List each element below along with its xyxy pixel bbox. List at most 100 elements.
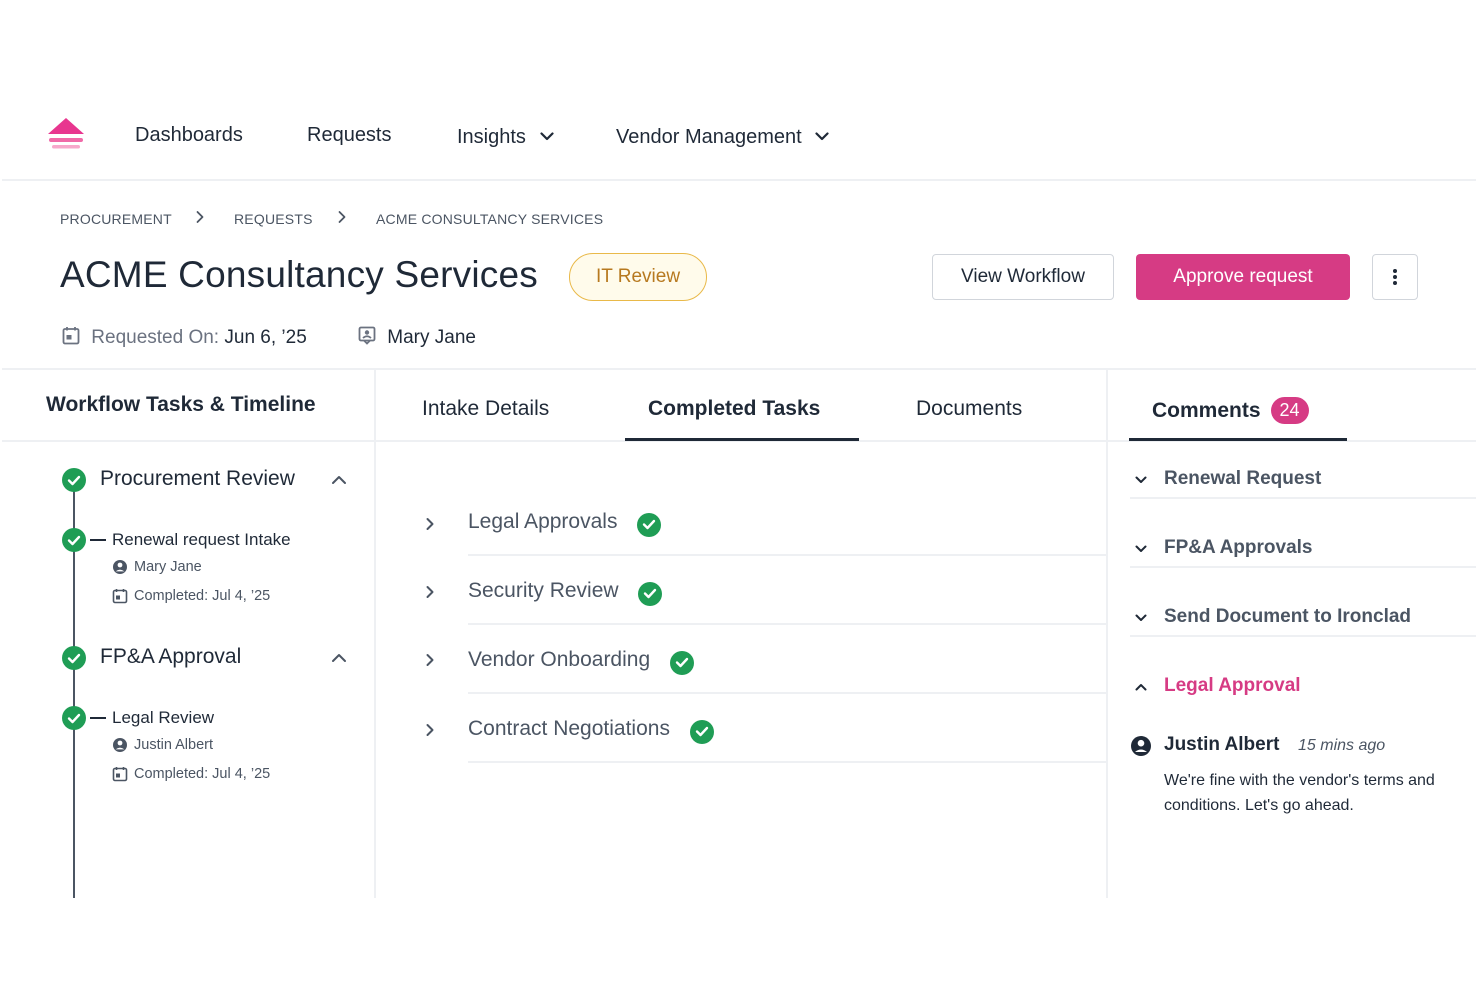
timeline-task-assignee: Mary Jane [112,559,202,575]
user-badge-icon [358,326,376,345]
user-circle-icon [1131,736,1151,756]
active-tab-indicator [625,438,859,441]
nav-divider [2,179,1476,181]
task-divider [468,623,1108,625]
nav-requests[interactable]: Requests [307,124,392,147]
comment-section-renewal-request[interactable]: Renewal Request [1164,468,1321,490]
nav-dashboards[interactable]: Dashboards [135,124,243,147]
chevron-right-icon[interactable] [425,584,435,600]
chevron-down-icon[interactable] [1134,544,1148,554]
requested-on-label: Requested On: [91,327,220,348]
comments-count-badge: 24 [1270,397,1309,424]
task-item-legal-approvals[interactable]: Legal Approvals [468,510,662,537]
timeline-task-completed: Completed: Jul 4, ’25 [112,766,270,782]
assignee-name: Mary Jane [134,559,202,575]
comment-section-send-document[interactable]: Send Document to Ironclad [1164,606,1411,628]
tab-intake-details[interactable]: Intake Details [422,397,549,421]
calendar-icon [112,589,128,604]
breadcrumb-current: ACME CONSULTANCY SERVICES [376,211,604,227]
assignee-name: Justin Albert [134,737,213,753]
tab-documents[interactable]: Documents [916,397,1022,421]
breadcrumb-requests[interactable]: REQUESTS [234,211,313,227]
comment-text: We're fine with the vendor's terms and c… [1164,772,1435,814]
check-circle-icon [689,719,714,744]
requester: Mary Jane [358,326,476,349]
task-label: Vendor Onboarding [468,648,651,671]
chevron-right-icon [338,211,346,223]
comment-section-fpa-approvals[interactable]: FP&A Approvals [1164,537,1313,559]
user-circle-icon [113,560,127,574]
nav-insights[interactable]: Insights [457,124,554,149]
nav-vendor-management[interactable]: Vendor Management [616,124,829,149]
requester-name: Mary Jane [387,327,476,348]
comment-section-divider [1130,635,1476,637]
check-circle-icon [62,706,86,730]
task-item-contract-negotiations[interactable]: Contract Negotiations [468,717,714,744]
breadcrumb-procurement[interactable]: PROCUREMENT [60,211,172,227]
check-circle-icon [62,528,86,552]
timeline-task-assignee: Justin Albert [112,737,213,753]
task-label: Contract Negotiations [468,717,670,740]
requested-on: Requested On: Jun 6, ’25 [62,326,307,349]
calendar-icon [62,327,80,345]
task-divider [468,554,1108,556]
user-circle-icon [113,738,127,752]
logo-icon [48,118,84,149]
active-tab-indicator [1129,438,1347,441]
chevron-up-icon[interactable] [330,652,348,664]
chevron-down-icon [539,124,554,147]
task-label: Legal Approvals [468,510,618,533]
timeline-stage-procurement-review[interactable]: Procurement Review [100,467,295,491]
task-item-security-review[interactable]: Security Review [468,579,663,606]
timeline-connector [90,539,106,541]
check-circle-icon [669,650,694,675]
nav-vendor-management-label: Vendor Management [616,126,802,148]
chevron-right-icon[interactable] [425,516,435,532]
timeline-task[interactable]: Legal Review [112,708,214,728]
chevron-right-icon[interactable] [425,722,435,738]
brand-logo[interactable] [46,116,86,152]
chevron-right-icon[interactable] [425,652,435,668]
chevron-down-icon[interactable] [1134,475,1148,485]
check-circle-icon [62,468,86,492]
chevron-down-icon [815,124,829,147]
nav-insights-label: Insights [457,126,526,148]
workflow-panel-title: Workflow Tasks & Timeline [46,393,316,416]
check-circle-icon [638,581,663,606]
comment-author: Justin Albert [1164,734,1280,755]
page-title: ACME Consultancy Services [60,254,538,295]
check-circle-icon [62,646,86,670]
task-divider [468,692,1108,694]
chevron-up-icon[interactable] [1134,682,1148,692]
comment-section-divider [1130,497,1476,499]
chevron-right-icon [196,211,204,223]
section-divider [2,368,1476,370]
comment-timestamp: 15 mins ago [1298,737,1386,754]
comment-section-legal-approval[interactable]: Legal Approval [1164,675,1301,697]
nav-requests-label: Requests [307,124,392,146]
more-vertical-icon [1393,269,1397,285]
more-options-button[interactable] [1372,254,1418,300]
timeline-connector [90,717,106,719]
check-circle-icon [637,512,662,537]
right-panel-divider [1106,369,1108,898]
left-panel-divider [374,369,376,898]
completed-date: Completed: Jul 4, ’25 [134,588,271,604]
approve-request-button[interactable]: Approve request [1136,254,1350,300]
task-item-vendor-onboarding[interactable]: Vendor Onboarding [468,648,694,675]
requested-on-date: Jun 6, ’25 [224,327,307,348]
task-divider [468,761,1108,763]
timeline-task[interactable]: Renewal request Intake [112,530,291,550]
chevron-up-icon[interactable] [330,474,348,486]
nav-dashboards-label: Dashboards [135,124,243,146]
task-label: Security Review [468,579,619,602]
timeline-stage-fpa-approval[interactable]: FP&A Approval [100,645,241,669]
view-workflow-button[interactable]: View Workflow [932,254,1114,300]
tab-completed-tasks[interactable]: Completed Tasks [648,397,820,421]
tab-comments[interactable]: Comments 24 [1152,397,1309,424]
calendar-icon [112,767,128,782]
status-badge: IT Review [569,253,707,301]
comments-title: Comments [1152,399,1261,422]
timeline-task-completed: Completed: Jul 4, ’25 [112,588,270,604]
chevron-down-icon[interactable] [1134,613,1148,623]
